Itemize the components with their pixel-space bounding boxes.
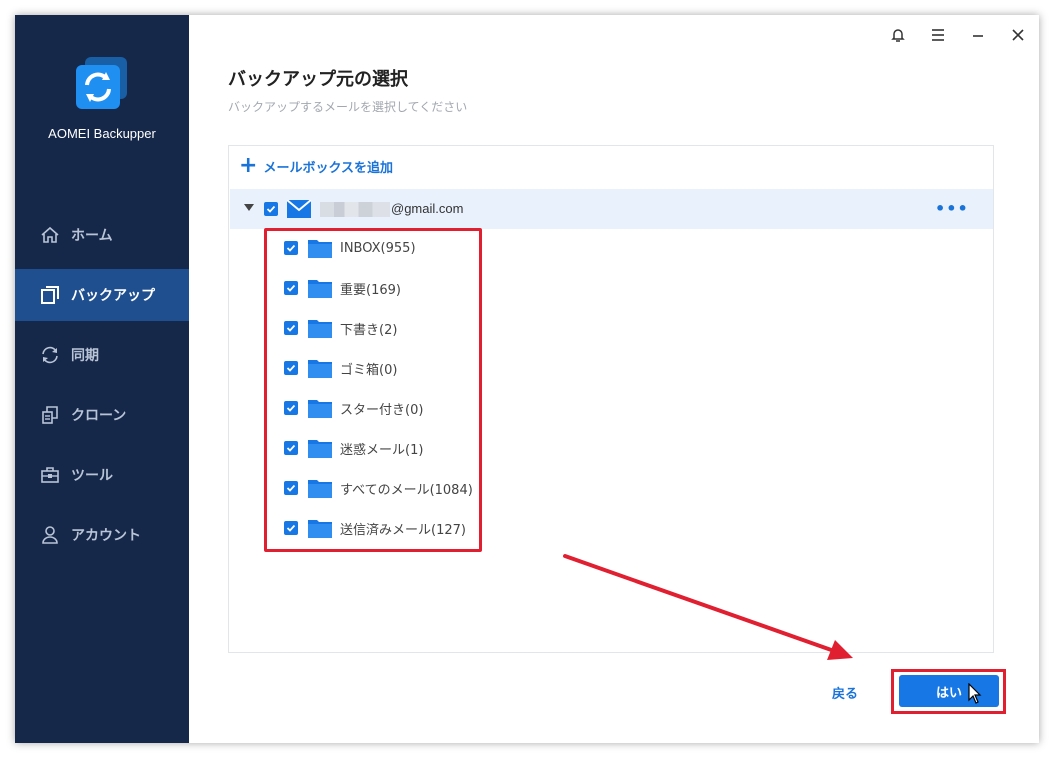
- app-window: AOMEI Backupper ホーム バックアップ 同期 クローン ツール ア…: [15, 15, 1039, 743]
- annotation-arrow-icon: [563, 554, 853, 660]
- back-button[interactable]: 戻る: [832, 683, 858, 702]
- mouse-cursor-icon: [968, 682, 982, 709]
- ok-button[interactable]: はい: [899, 675, 999, 707]
